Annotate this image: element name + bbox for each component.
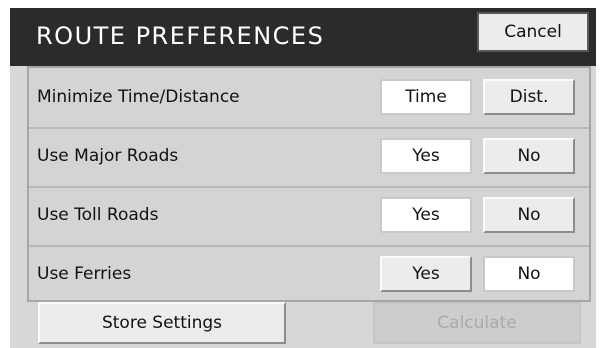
major-roads-yes-button[interactable]: Yes: [380, 138, 472, 174]
cancel-button[interactable]: Cancel: [477, 12, 589, 52]
major-roads-no-button[interactable]: No: [483, 138, 575, 174]
row-use-ferries: Use Ferries Yes No: [29, 245, 589, 304]
page-title: ROUTE PREFERENCES: [36, 22, 325, 50]
toll-roads-no-button[interactable]: No: [483, 197, 575, 233]
distance-option-button[interactable]: Dist.: [483, 79, 575, 115]
row-label: Use Ferries: [37, 264, 132, 284]
time-option-button[interactable]: Time: [380, 79, 472, 115]
route-preferences-screen: ROUTE PREFERENCES Cancel Minimize Time/D…: [10, 8, 596, 348]
ferries-no-button[interactable]: No: [483, 256, 575, 292]
row-minimize-time-distance: Minimize Time/Distance Time Dist.: [29, 68, 589, 129]
title-bar: ROUTE PREFERENCES Cancel: [10, 8, 596, 66]
preferences-panel: Minimize Time/Distance Time Dist. Use Ma…: [27, 66, 591, 302]
ferries-yes-button[interactable]: Yes: [380, 256, 472, 292]
row-use-toll-roads: Use Toll Roads Yes No: [29, 186, 589, 247]
store-settings-button[interactable]: Store Settings: [38, 302, 286, 344]
row-label: Use Toll Roads: [37, 205, 159, 225]
calculate-button[interactable]: Calculate: [373, 302, 581, 344]
row-label: Minimize Time/Distance: [37, 87, 240, 107]
row-label: Use Major Roads: [37, 146, 179, 166]
row-use-major-roads: Use Major Roads Yes No: [29, 127, 589, 188]
toll-roads-yes-button[interactable]: Yes: [380, 197, 472, 233]
